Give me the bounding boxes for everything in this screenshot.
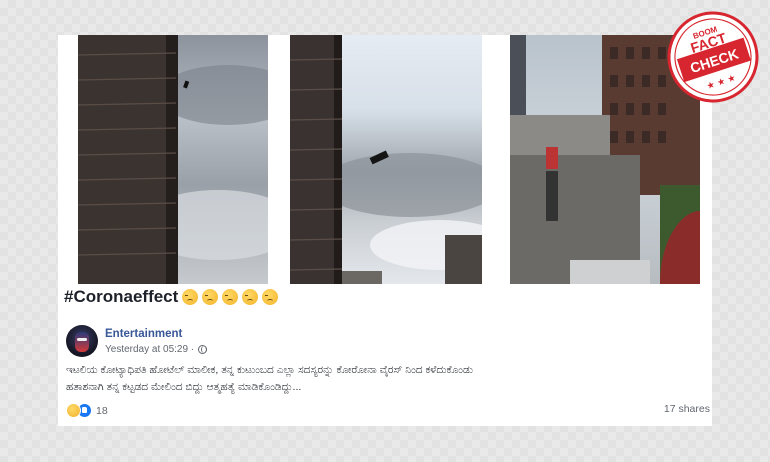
page-name-link[interactable]: Entertainment — [105, 327, 207, 341]
photo-2-scene — [290, 35, 482, 284]
hashtag[interactable]: #Coronaeffect — [64, 287, 178, 307]
facebook-post-card: #Coronaeffect Entertainment Yesterday at… — [58, 35, 712, 426]
post-text-line: ಹತಾಶನಾಗಿ ತನ್ನ ಕಟ್ಟಡದ ಮೇಲಿಂದ ಬಿದ್ದು ಆತ್ಮಹ… — [66, 381, 302, 393]
photo-collage[interactable] — [58, 35, 712, 284]
timestamp-row: Yesterday at 05:29 · — [105, 344, 208, 355]
post-header: Entertainment Yesterday at 05:29 · — [66, 325, 208, 357]
sad-reaction-icon — [66, 403, 81, 418]
post-text: ಇಟಲಿಯ ಕೋಟ್ಯಾಧಿಪತಿ ಹೋಟೆಲ್ ಮಾಲೀಕ, ತನ್ನ ಕುಟ… — [66, 362, 696, 396]
sad-emoji-icon — [262, 289, 279, 305]
shares-count[interactable]: 17 shares — [664, 403, 710, 415]
post-caption: #Coronaeffect — [64, 287, 279, 307]
fact-check-stamp: BOOM FACT CHECK ★ ★ ★ — [667, 11, 759, 103]
sad-emoji-icon — [202, 289, 219, 305]
sad-emoji-icon — [182, 289, 199, 305]
post-text-line: ಇಟಲಿಯ ಕೋಟ್ಯಾಧಿಪತಿ ಹೋಟೆಲ್ ಮಾಲೀಕ, ತನ್ನ ಕುಟ… — [66, 364, 473, 376]
photo-1[interactable] — [78, 35, 268, 284]
avatar[interactable] — [66, 325, 98, 357]
post-meta: Entertainment Yesterday at 05:29 · — [105, 327, 208, 355]
timestamp[interactable]: Yesterday at 05:29 · — [105, 344, 194, 355]
sad-emoji-icon — [222, 289, 239, 305]
photo-1-scene — [78, 35, 268, 284]
photo-2[interactable] — [290, 35, 482, 284]
sad-emoji-icon — [242, 289, 259, 305]
globe-icon — [198, 345, 208, 354]
reactions-bar[interactable]: 18 — [66, 403, 108, 418]
reaction-count: 18 — [96, 404, 108, 417]
